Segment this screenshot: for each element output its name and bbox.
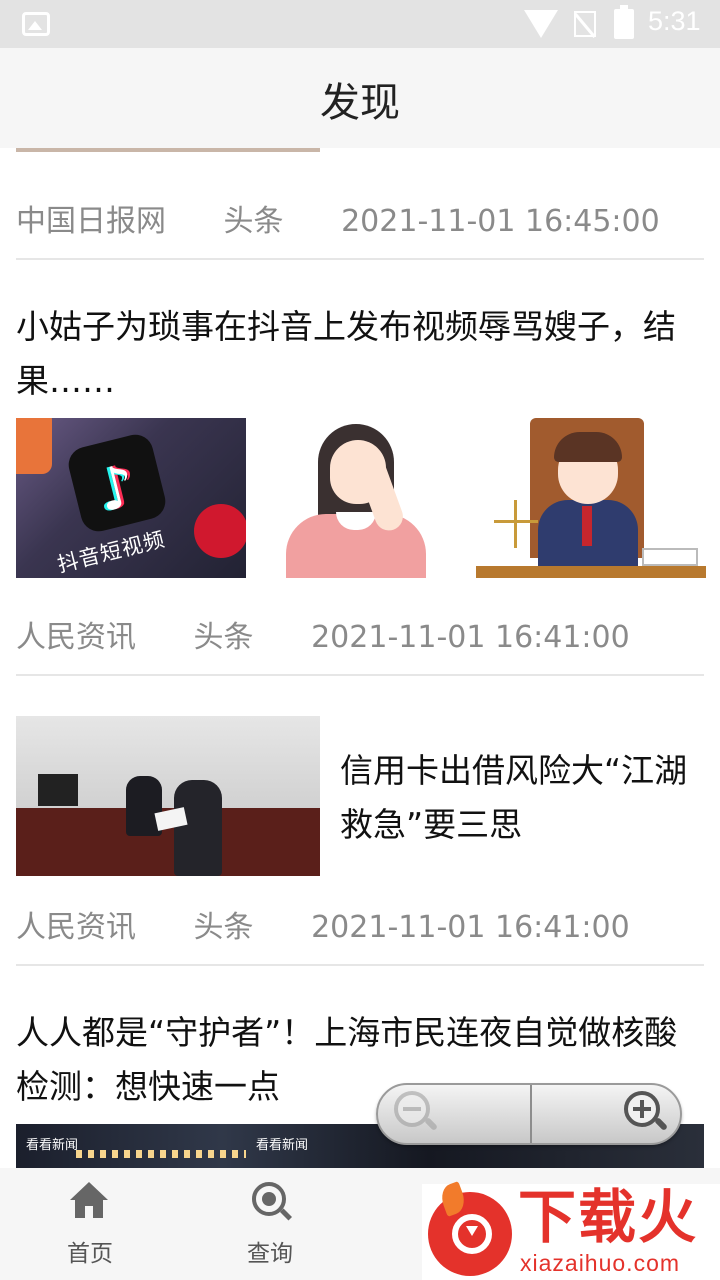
watermark-domain: xiazaihuo.com <box>520 1250 681 1276</box>
search-icon-handle <box>279 1208 293 1221</box>
news-tag: 头条 <box>223 204 284 239</box>
nav-item-home[interactable]: 首页 <box>10 1168 170 1280</box>
zoom-separator <box>530 1085 532 1143</box>
app-header: 发现 <box>0 48 720 148</box>
news-thumbnail[interactable]: ♪ 抖音短视频 <box>16 418 246 578</box>
news-time: 2021-11-01 16:45:00 <box>341 204 660 239</box>
page-title: 发现 <box>320 80 400 126</box>
news-source: 人民资讯 <box>16 620 136 655</box>
watermark: 下载火 xiazaihuo.com <box>422 1181 720 1280</box>
nav-item-query[interactable]: 查询 <box>190 1168 350 1280</box>
download-arrow-icon <box>466 1226 478 1236</box>
news-meta: 人民资讯 头条 2021-11-01 16:41:00 <box>16 902 630 946</box>
status-time: 5:31 <box>648 6 701 36</box>
battery-charging-icon <box>614 5 634 39</box>
news-thumbnail[interactable] <box>16 716 320 876</box>
thumbnail-caption: 抖音短视频 <box>54 527 168 577</box>
photo-lights <box>76 1150 246 1158</box>
news-meta: 人民资讯 头条 2021-11-01 16:41:00 <box>16 612 630 656</box>
thumbnail-logo: 看看新闻 <box>256 1138 309 1153</box>
watermark-logo-icon <box>428 1181 516 1276</box>
news-source: 中国日报网 <box>16 204 166 239</box>
plus-icon-vertical <box>640 1100 644 1118</box>
zoom-controls <box>376 1083 682 1145</box>
thumbnail-logo: 看看新闻 <box>26 1138 79 1153</box>
app-icon-partial <box>194 504 246 558</box>
illustration-desk <box>476 566 706 578</box>
news-feed[interactable]: 中国日报网 头条 2021-11-01 16:45:00 小姑子为琐事在抖音上发… <box>0 148 720 1168</box>
minus-icon <box>403 1107 421 1111</box>
news-source: 人民资讯 <box>16 910 136 945</box>
news-tag: 头条 <box>193 910 254 945</box>
photo-monitor <box>38 774 78 806</box>
news-thumbnail[interactable] <box>476 418 706 578</box>
news-meta: 中国日报网 头条 2021-11-01 16:45:00 <box>16 196 660 240</box>
illustration-tie <box>582 506 592 546</box>
divider <box>16 964 704 966</box>
magnifier-handle <box>653 1116 669 1132</box>
no-sim-icon <box>574 11 596 37</box>
divider <box>16 258 704 260</box>
news-title[interactable]: 信用卡出借风险大“江湖救急”要三思 <box>340 744 700 852</box>
status-bar: 5:31 <box>0 0 720 48</box>
nav-label: 首页 <box>67 1241 113 1267</box>
books-icon <box>642 548 698 566</box>
image-notification-icon <box>22 12 50 36</box>
news-tag: 头条 <box>193 620 254 655</box>
magnifier-handle <box>423 1116 439 1132</box>
nav-label: 查询 <box>247 1241 293 1267</box>
scales-of-justice-icon <box>494 500 538 548</box>
news-title[interactable]: 小姑子为琐事在抖音上发布视频辱骂嫂子，结果…… <box>16 300 704 408</box>
app-icon-partial <box>16 418 52 474</box>
search-icon <box>252 1182 293 1222</box>
news-thumbnail[interactable] <box>246 418 476 578</box>
home-icon <box>70 1182 108 1220</box>
divider <box>16 674 704 676</box>
zoom-in-button[interactable] <box>624 1091 670 1137</box>
photo-person <box>174 780 222 876</box>
home-icon-door <box>85 1206 93 1218</box>
news-time: 2021-11-01 16:41:00 <box>311 620 630 655</box>
news-time: 2021-11-01 16:41:00 <box>311 910 630 945</box>
zoom-out-button[interactable] <box>394 1091 440 1137</box>
news-thumbnail-partial[interactable] <box>16 148 320 152</box>
wifi-icon <box>524 10 558 38</box>
illustration-hair <box>554 432 622 462</box>
watermark-text: 下载火 <box>518 1183 699 1251</box>
